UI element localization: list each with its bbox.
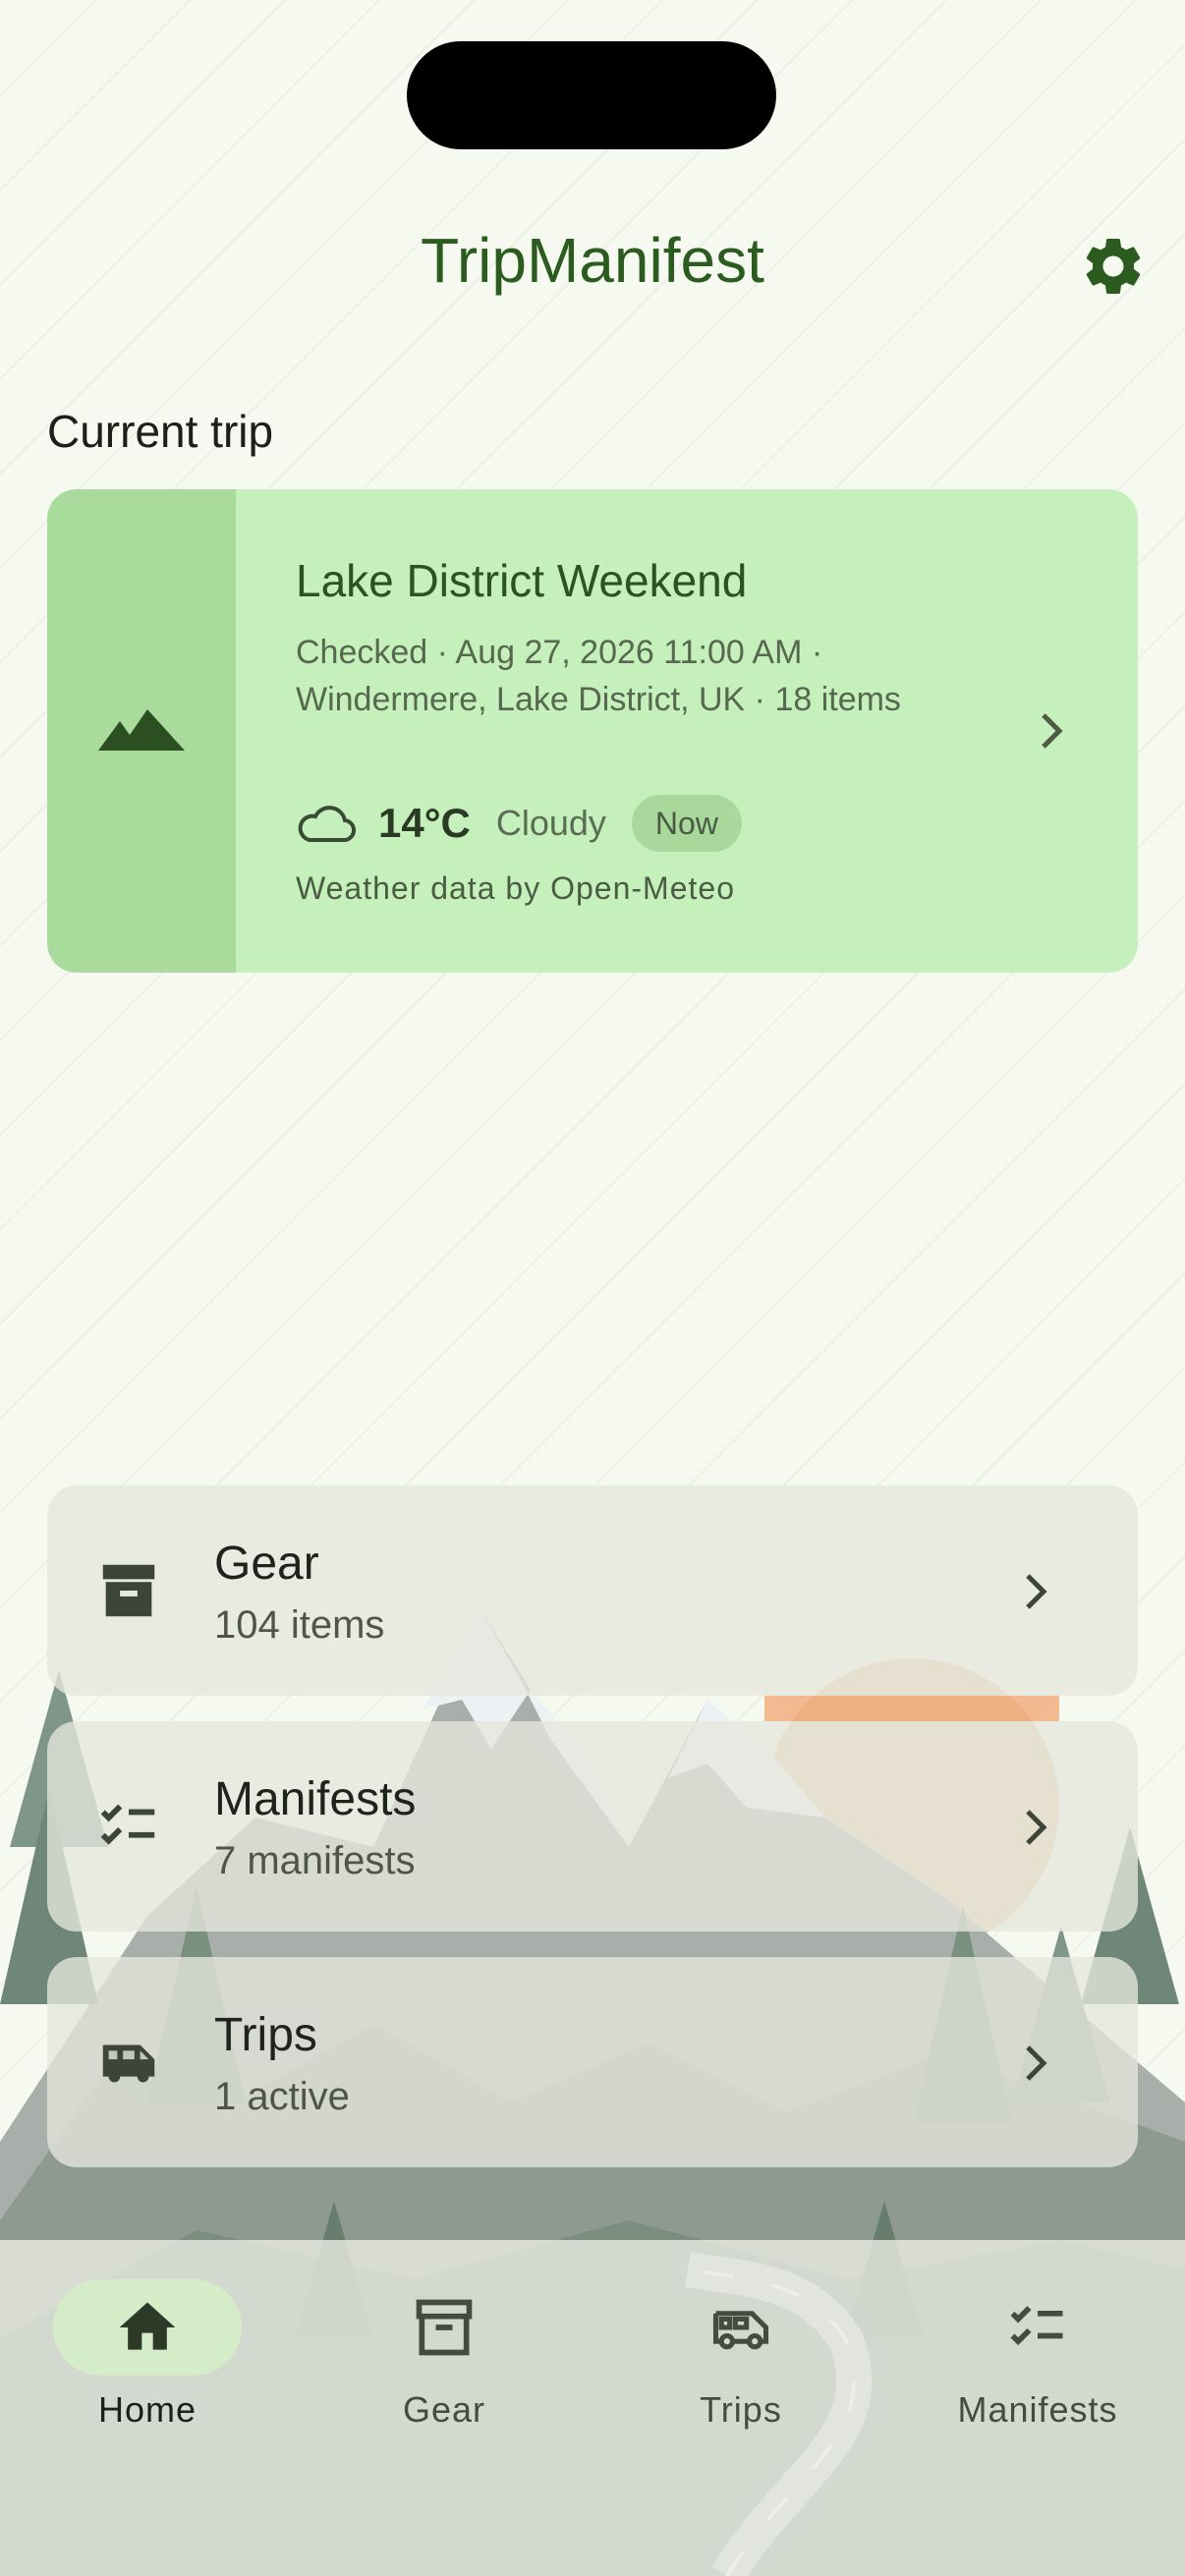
weather-attribution: Weather data by Open-Meteo [296,870,735,906]
archive-box-icon [102,1564,155,1617]
gear-icon [1086,238,1141,294]
current-trip-card[interactable]: Lake District Weekend Checked · Aug 27, … [47,489,1138,973]
tab-trips-label: Trips [700,2389,782,2430]
tab-gear-indicator [350,2279,538,2376]
home-icon [119,2302,176,2350]
chevron-right-icon [1026,1574,1047,1609]
gear-card-subtitle: 104 items [214,1603,385,1647]
checklist-icon [100,1804,155,1845]
trips-card[interactable]: Trips 1 active [47,1957,1138,2167]
tab-home-indicator [53,2279,242,2376]
weather-row: 14°C Cloudy Now [296,794,742,853]
manifests-card-title: Manifests [214,1773,417,1825]
van-icon [102,2044,155,2083]
gear-card[interactable]: Gear 104 items [47,1485,1138,1696]
weather-temperature: 14°C [378,800,471,846]
tab-gear-label: Gear [402,2389,486,2430]
section-title-current-trip: Current trip [47,406,274,457]
mountain-icon [98,709,185,751]
cloud-icon [298,806,356,843]
tab-trips-indicator [647,2279,835,2376]
manifests-card[interactable]: Manifests 7 manifests [47,1721,1138,1932]
tab-home[interactable]: Home [39,2279,255,2431]
chevron-right-icon [1026,2045,1047,2081]
van-icon [712,2311,769,2350]
tab-manifests-label: Manifests [957,2389,1118,2430]
app-title: TripManifest [421,225,764,296]
manifests-card-subtitle: 7 manifests [214,1839,416,1882]
settings-button[interactable] [1079,232,1148,301]
trip-card-strip [47,489,236,973]
trips-card-title: Trips [214,2009,317,2061]
tab-manifests[interactable]: Manifests [930,2279,1146,2431]
trip-name: Lake District Weekend [296,555,748,606]
archive-box-icon [416,2299,473,2356]
chevron-right-icon [1042,713,1063,749]
tab-manifests-indicator [943,2279,1132,2376]
gear-card-title: Gear [214,1538,319,1590]
trips-card-subtitle: 1 active [214,2075,350,2118]
chevron-right-icon [1026,1810,1047,1845]
weather-condition: Cloudy [495,803,606,843]
dynamic-island [407,41,776,149]
weather-now-badge: Now [631,795,742,852]
tab-trips[interactable]: Trips [633,2279,849,2431]
tab-home-label: Home [97,2389,198,2430]
trip-details: Checked · Aug 27, 2026 11:00 AM · Winder… [296,634,901,718]
bottom-navigation-bar: Home Gear Trips Manifests [0,2240,1185,2576]
checklist-icon [1010,2306,1063,2346]
tab-gear[interactable]: Gear [336,2279,552,2431]
